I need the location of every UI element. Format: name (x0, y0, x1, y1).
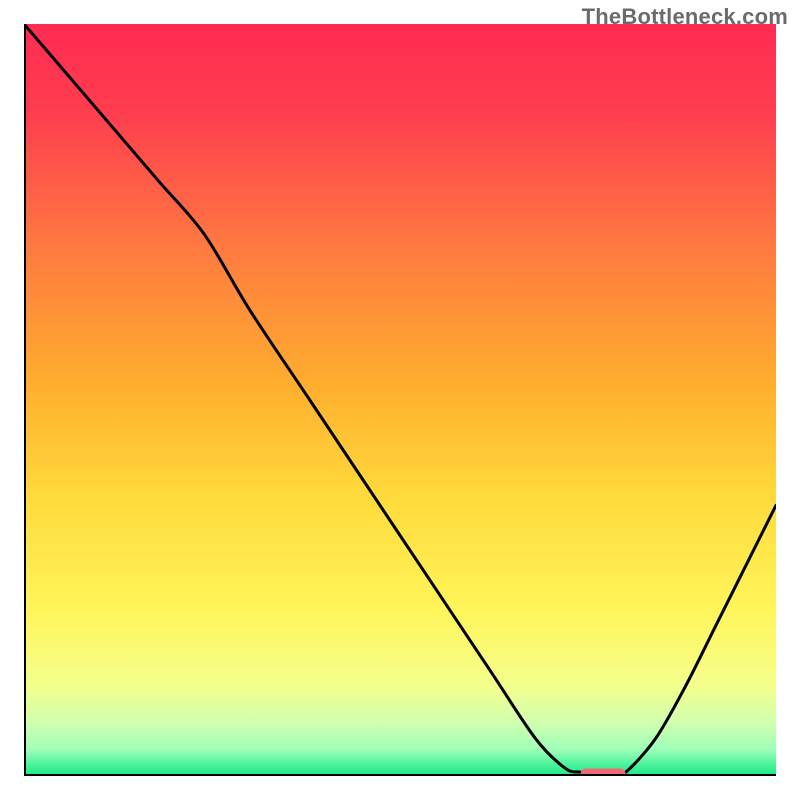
chart-svg (24, 24, 776, 776)
plot-area (24, 24, 776, 776)
gradient-background (24, 24, 776, 776)
chart-container: TheBottleneck.com (0, 0, 800, 800)
watermark-text: TheBottleneck.com (582, 4, 788, 30)
